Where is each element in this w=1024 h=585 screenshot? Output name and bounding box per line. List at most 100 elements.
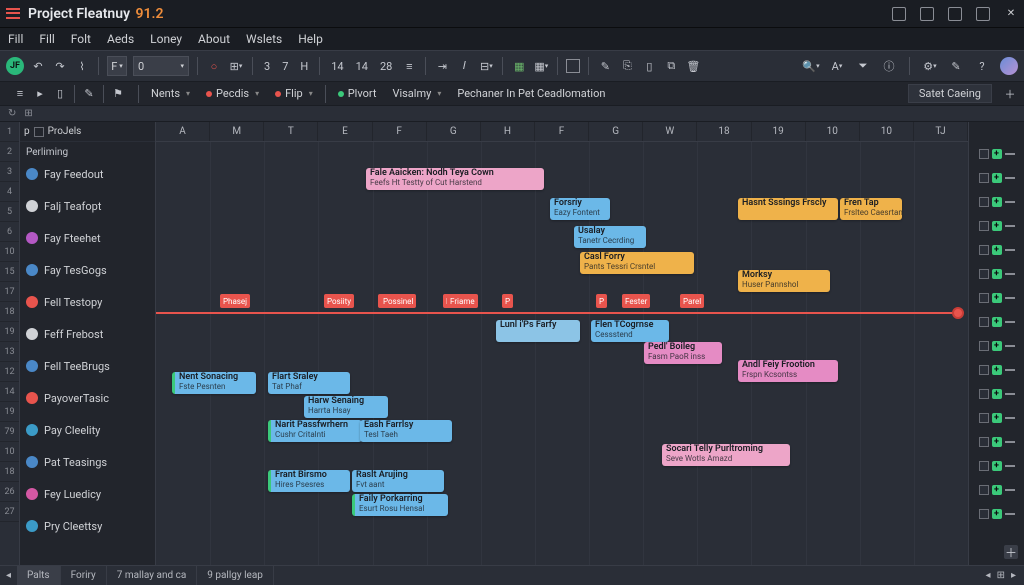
timeline-bar[interactable]: Flen TCogrnseCessstend <box>591 320 669 342</box>
row-number[interactable]: 79 <box>0 422 19 442</box>
question-icon[interactable]: ? <box>974 58 990 74</box>
rail-handle[interactable] <box>1005 177 1015 179</box>
rail-add[interactable]: + <box>992 173 1002 183</box>
timeline-bar[interactable]: Harw SenaingHarrta Hsay <box>304 396 388 418</box>
column-header[interactable]: A <box>156 122 210 141</box>
timeline-bar[interactable]: Nent SonacingFste Pesnten <box>172 372 256 394</box>
column-header[interactable]: F <box>535 122 589 141</box>
column-header[interactable]: 18 <box>697 122 751 141</box>
menu-item[interactable]: Aeds <box>107 32 134 46</box>
layers-icon[interactable]: ⧉ <box>663 58 679 74</box>
column-header[interactable]: 10 <box>806 122 860 141</box>
ribbon-label[interactable]: Visalmy▾ <box>386 87 447 100</box>
rail-checkbox[interactable] <box>979 293 989 303</box>
filter-icon[interactable]: ⏷ <box>855 58 871 74</box>
rail-checkbox[interactable] <box>979 437 989 447</box>
column-header[interactable]: 19 <box>752 122 806 141</box>
rail-checkbox[interactable] <box>979 509 989 519</box>
sidebar-item[interactable]: Pat Teasings <box>20 450 155 474</box>
timeline-bar[interactable]: Raslt ArujingFvt aant <box>352 470 444 492</box>
gear-icon[interactable]: ⚙▾ <box>922 58 938 74</box>
row-number[interactable]: 27 <box>0 502 19 522</box>
menu-item[interactable]: Wslets <box>246 32 282 46</box>
menu-item[interactable]: Loney <box>150 32 182 46</box>
timeline-marker[interactable]: Parel <box>680 294 704 308</box>
sheet-tab[interactable]: Palts <box>17 566 61 585</box>
column-header[interactable]: H <box>481 122 535 141</box>
rail-handle[interactable] <box>1005 201 1015 203</box>
timeline-marker[interactable]: P <box>596 294 607 308</box>
rail-checkbox[interactable] <box>979 245 989 255</box>
help-icon[interactable]: ⓘ <box>881 58 897 74</box>
num-btn[interactable]: 3 <box>261 60 273 73</box>
rail-checkbox[interactable] <box>979 461 989 471</box>
menu-item[interactable]: Help <box>298 32 323 46</box>
timeline[interactable]: AMTEFGHFGW18191010TJ Fale Aaicken: Nodh … <box>156 122 968 565</box>
ribbon-status[interactable]: Satet Caeing <box>908 84 992 103</box>
rail-handle[interactable] <box>1005 273 1015 275</box>
ribbon-dropdown[interactable]: Flip▾ <box>269 87 319 100</box>
sheet-tab[interactable]: 7 mallay and ca <box>107 566 198 585</box>
font-selector[interactable]: F▾ <box>107 56 127 76</box>
win-close[interactable]: ✕ <box>1004 7 1018 21</box>
sidebar-category[interactable]: Perliming <box>20 142 155 162</box>
hamburger-icon[interactable] <box>6 7 20 21</box>
page-icon[interactable]: ▯ <box>52 86 68 102</box>
num-btn[interactable]: 7 <box>279 60 291 73</box>
doc-icon[interactable]: ▯ <box>641 58 657 74</box>
timeline-bar[interactable]: Fren TapFrslteo Caesrtany <box>840 198 902 220</box>
num-btn[interactable]: 14 <box>328 60 346 73</box>
rail-checkbox[interactable] <box>979 173 989 183</box>
rail-add[interactable]: + <box>992 437 1002 447</box>
rail-handle[interactable] <box>1005 489 1015 491</box>
row-number[interactable]: 12 <box>0 362 19 382</box>
ribbon-dropdown[interactable]: Nents▾ <box>145 87 196 100</box>
rail-add[interactable]: + <box>992 485 1002 495</box>
nav-grid[interactable]: ⊞ <box>997 570 1005 581</box>
win-btn-2[interactable] <box>920 7 934 21</box>
copy-icon[interactable]: ⎘ <box>619 58 635 74</box>
font-aa-icon[interactable]: A▾ <box>829 58 845 74</box>
size-input[interactable]: 0▾ <box>133 56 189 76</box>
column-header[interactable]: G <box>589 122 643 141</box>
row-number[interactable]: 2 <box>0 142 19 162</box>
timeline-bar[interactable]: Frant BirsmoHires Psesres <box>268 470 350 492</box>
timeline-bar[interactable]: Narit PassfwrhernCushr Critalnti <box>268 420 362 442</box>
rail-checkbox[interactable] <box>979 341 989 351</box>
timeline-bar[interactable]: ForsriyEazy Fontent <box>550 198 610 220</box>
sidebar-header[interactable]: pProJels <box>20 122 155 142</box>
num-btn[interactable]: H <box>297 60 311 73</box>
row-number[interactable]: 13 <box>0 342 19 362</box>
row-number[interactable]: 15 <box>0 262 19 282</box>
rail-add[interactable]: + <box>992 341 1002 351</box>
rail-handle[interactable] <box>1005 297 1015 299</box>
column-header[interactable]: E <box>318 122 372 141</box>
pen-icon[interactable]: ✎ <box>597 58 613 74</box>
timeline-bar[interactable]: Casl ForryPants Tessri Crsntel <box>580 252 694 274</box>
rail-add[interactable]: + <box>992 461 1002 471</box>
undo-icon[interactable]: ↶ <box>30 58 46 74</box>
timeline-marker[interactable]: Fester <box>622 294 650 308</box>
sidebar-item[interactable]: Fey Luedicy <box>20 482 155 506</box>
rail-add[interactable]: + <box>992 317 1002 327</box>
row-number[interactable]: 1 <box>0 122 19 142</box>
arrow-icon[interactable]: ▸ <box>32 86 48 102</box>
add-row-button[interactable]: ＋ <box>1004 545 1018 559</box>
rail-add[interactable]: + <box>992 509 1002 519</box>
menu-item[interactable]: Fill <box>8 32 23 46</box>
cell-icon[interactable]: ▦ <box>511 58 527 74</box>
column-header[interactable]: G <box>427 122 481 141</box>
align-icon[interactable]: ≡ <box>401 58 417 74</box>
sheet-tab[interactable]: 9 pallgy leap <box>197 566 274 585</box>
timeline-bar[interactable]: Fale Aaicken: Nodh Teya CownFeefs Ht Tes… <box>366 168 544 190</box>
rail-handle[interactable] <box>1005 225 1015 227</box>
row-number[interactable]: 4 <box>0 182 19 202</box>
row-number[interactable]: 10 <box>0 242 19 262</box>
rail-add[interactable]: + <box>992 197 1002 207</box>
sidebar-item[interactable]: Fell TeeBrugs <box>20 354 155 378</box>
row-number[interactable]: 18 <box>0 462 19 482</box>
rail-handle[interactable] <box>1005 345 1015 347</box>
rail-handle[interactable] <box>1005 249 1015 251</box>
rail-add[interactable]: + <box>992 389 1002 399</box>
rail-checkbox[interactable] <box>979 221 989 231</box>
